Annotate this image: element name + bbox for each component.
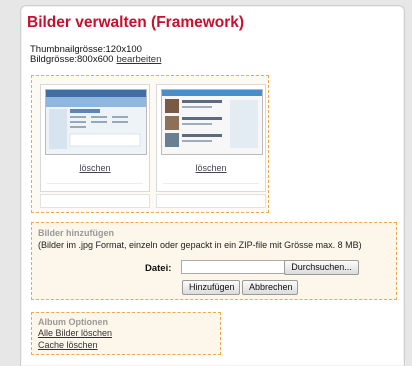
thumbnail-item: löschen xyxy=(40,84,150,192)
album-options-section: Album Optionen Alle Bilder löschen Cache… xyxy=(31,312,221,355)
empty-slot xyxy=(40,194,150,208)
clear-cache-link[interactable]: Cache löschen xyxy=(38,340,98,350)
divider xyxy=(163,183,259,184)
add-images-legend: Bilder hinzufügen xyxy=(38,228,114,238)
delete-all-images-link[interactable]: Alle Bilder löschen xyxy=(38,328,112,338)
empty-slot xyxy=(156,194,266,208)
file-label: Datei: xyxy=(145,263,172,274)
album-options-legend: Album Optionen xyxy=(38,317,108,327)
divider xyxy=(47,183,143,184)
delete-image-link[interactable]: löschen xyxy=(157,163,265,173)
image-size-text: Bildgrösse:800x600 xyxy=(30,54,114,65)
browse-button[interactable]: Durchsuchen... xyxy=(284,260,359,275)
edit-size-link[interactable]: bearbeiten xyxy=(116,54,161,65)
add-images-hint: (Bilder im .jpg Format, einzeln oder gep… xyxy=(38,240,362,250)
thumbnail-image[interactable] xyxy=(161,89,263,155)
add-button[interactable]: Hinzufügen xyxy=(182,280,240,295)
thumbnail-item: löschen xyxy=(156,84,266,192)
delete-image-link[interactable]: löschen xyxy=(41,163,149,173)
image-gallery: löschen löschen xyxy=(31,75,269,213)
image-size-line: Bildgrösse:800x600 bearbeiten xyxy=(30,54,161,65)
cancel-button[interactable]: Abbrechen xyxy=(242,280,298,295)
page-title: Bilder verwalten (Framework) xyxy=(27,14,245,31)
thumbnail-image[interactable] xyxy=(45,89,147,155)
add-images-section: Bilder hinzufügen (Bilder im .jpg Format… xyxy=(31,222,397,300)
